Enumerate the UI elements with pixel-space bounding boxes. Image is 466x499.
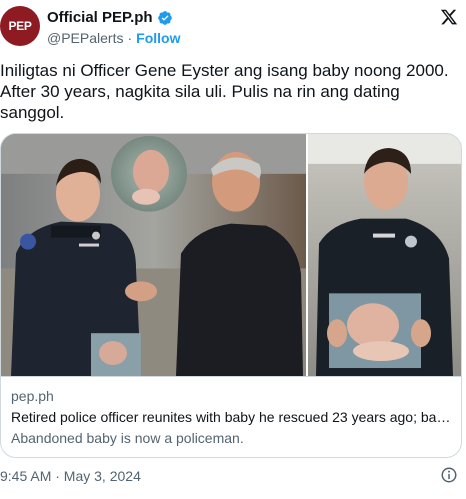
follow-button[interactable]: Follow <box>136 30 180 46</box>
verified-badge-icon <box>157 10 172 25</box>
tweet-header: PEP Official PEP.ph @PEPalerts · Follow <box>0 0 466 56</box>
tweet-text: Iniligtas ni Officer Gene Eyster ang isa… <box>0 61 449 122</box>
avatar-text: PEP <box>8 19 32 33</box>
card-domain: pep.ph <box>11 388 54 404</box>
handle[interactable]: @PEPalerts <box>47 30 123 46</box>
display-name[interactable]: Official PEP.ph <box>47 9 153 26</box>
info-icon[interactable] <box>440 466 458 484</box>
card-meta: pep.ph Retired police officer reunites w… <box>11 387 451 447</box>
card-title[interactable]: Retired police officer reunites with bab… <box>11 408 451 426</box>
name-row: Official PEP.ph <box>47 9 173 26</box>
handle-row: @PEPalerts · Follow <box>47 30 180 46</box>
separator: · <box>127 30 133 46</box>
avatar[interactable]: PEP <box>0 6 40 46</box>
timestamp[interactable]: 9:45 AM · May 3, 2024 <box>0 468 141 484</box>
card-image[interactable] <box>1 134 462 377</box>
timestamp-row: 9:45 AM · May 3, 2024 <box>0 466 466 486</box>
x-logo-icon[interactable] <box>440 8 458 26</box>
card-description: Abandoned baby is now a policeman. <box>11 430 244 446</box>
link-card[interactable]: pep.ph Retired police officer reunites w… <box>0 133 462 458</box>
